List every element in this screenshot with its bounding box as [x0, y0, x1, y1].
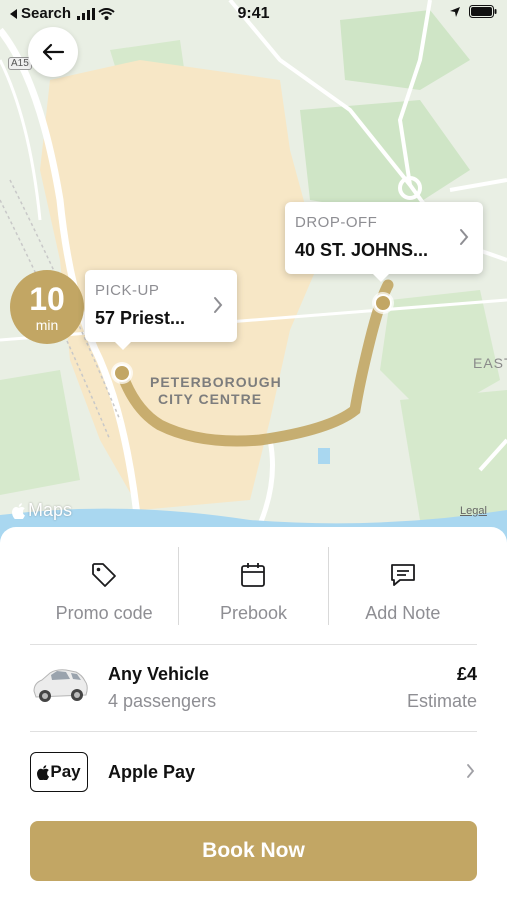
apple-pay-icon: Pay — [30, 752, 88, 792]
location-arrow-icon — [450, 6, 460, 17]
booking-sheet: Promo code Prebook Add Note Any Vehicle … — [0, 527, 507, 900]
chevron-right-icon — [214, 297, 223, 313]
legal-link[interactable]: Legal — [460, 505, 487, 517]
promo-code-label: Promo code — [55, 603, 153, 623]
apple-logo-icon — [12, 502, 25, 519]
tag-icon — [92, 563, 117, 587]
pickup-address: 57 Priest... — [95, 308, 186, 328]
vehicle-name: Any Vehicle — [108, 664, 210, 684]
chevron-right-icon — [460, 229, 469, 245]
area-label: PETERBOROUGH CITY CENTRE — [150, 374, 282, 408]
maps-logo: Maps — [12, 500, 72, 521]
prebook-button[interactable]: Prebook — [179, 547, 327, 625]
vehicle-passengers: 4 passengers — [108, 691, 217, 711]
chevron-right-icon — [467, 764, 475, 778]
vehicle-option[interactable]: Any Vehicle 4 passengers £4 Estimate — [30, 657, 477, 713]
dropoff-label: DROP-OFF — [295, 214, 378, 231]
add-note-button[interactable]: Add Note — [329, 547, 477, 625]
arrow-left-icon — [42, 43, 65, 61]
status-time: 9:41 — [237, 5, 270, 22]
prebook-label: Prebook — [219, 603, 288, 623]
divider — [30, 644, 477, 645]
promo-code-button[interactable]: Promo code — [30, 547, 178, 625]
area-label-line1: PETERBOROUGH — [150, 374, 282, 390]
dropoff-callout[interactable]: DROP-OFF 40 ST. JOHNS... — [285, 202, 483, 282]
eta-unit: min — [35, 317, 59, 333]
maps-label: Maps — [28, 500, 73, 520]
book-now-button[interactable]: Book Now — [30, 821, 477, 881]
payment-method-name: Apple Pay — [108, 762, 196, 782]
fare-price: £4 — [456, 664, 477, 684]
status-icons — [449, 5, 497, 18]
east-label: EAST — [473, 355, 507, 371]
fare-estimate-label: Estimate — [406, 691, 477, 711]
dropoff-address: 40 ST. JOHNS... — [295, 240, 429, 260]
apple-pay-logo-text: Pay — [50, 762, 81, 781]
action-bar: Promo code Prebook Add Note — [30, 547, 477, 625]
status-bar: Search 9:41 — [0, 0, 507, 30]
battery-icon — [469, 5, 497, 18]
callout-pointer — [373, 274, 389, 282]
callout-pointer — [115, 342, 131, 350]
apple-logo-icon — [37, 764, 50, 780]
car-icon — [33, 669, 88, 702]
back-button[interactable] — [28, 27, 78, 77]
map-view[interactable]: A15 PETERBOROUGH CITY CENTRE EAST Maps L… — [0, 0, 507, 545]
eta-badge: 10 min — [10, 270, 84, 344]
pickup-callout[interactable]: PICK-UP 57 Priest... — [85, 270, 237, 350]
pickup-label: PICK-UP — [95, 282, 160, 299]
area-label-line2: CITY CENTRE — [157, 391, 263, 407]
eta-value: 10 — [29, 281, 65, 317]
add-note-label: Add Note — [365, 603, 441, 623]
payment-method-row[interactable]: Pay Apple Pay — [30, 749, 477, 793]
calendar-icon — [241, 563, 266, 587]
divider — [30, 731, 477, 732]
note-icon — [390, 564, 415, 586]
